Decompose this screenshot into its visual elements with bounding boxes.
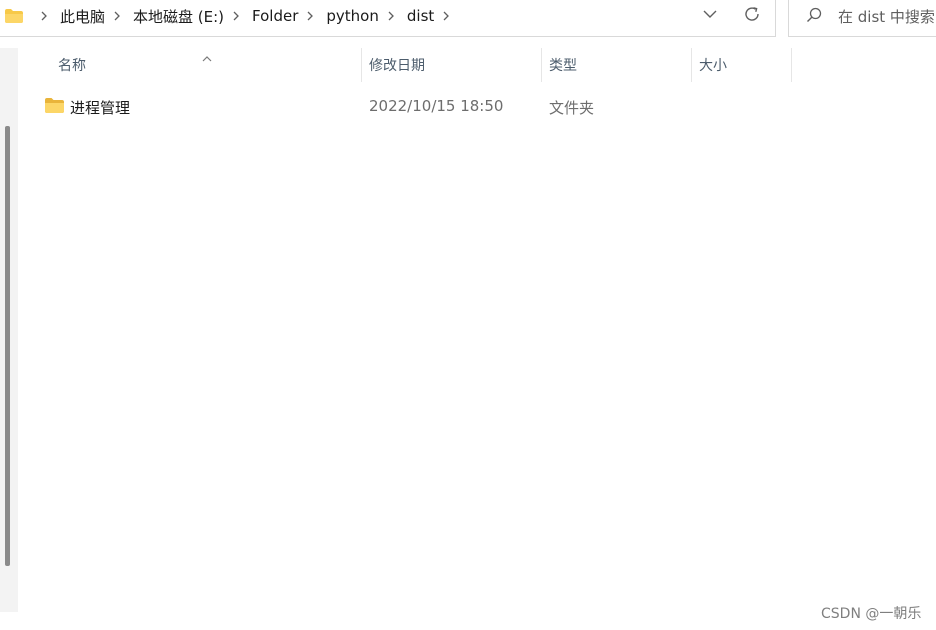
chevron-right-icon[interactable] (385, 10, 397, 22)
chevron-down-icon (702, 6, 718, 26)
column-header-row: 名称 修改日期 类型 大小 (18, 48, 936, 82)
breadcrumb-item-folder[interactable]: Folder (252, 5, 298, 27)
chevron-right-icon[interactable] (230, 10, 242, 22)
chevron-right-icon[interactable] (111, 10, 123, 22)
breadcrumb: 此电脑 本地磁盘 (E:) Folder python dist (32, 0, 462, 32)
file-name[interactable]: 进程管理 (70, 97, 130, 118)
search-icon (805, 6, 823, 24)
chevron-right-icon[interactable] (304, 10, 316, 22)
file-type: 文件夹 (549, 99, 595, 117)
address-history-dropdown-button[interactable] (696, 4, 724, 28)
navigation-pane-scrollbar[interactable] (5, 126, 10, 566)
file-date-modified: 2022/10/15 18:50 (369, 97, 504, 115)
refresh-button[interactable] (738, 4, 766, 28)
search-box[interactable]: 在 dist 中搜索 (788, 0, 936, 37)
column-header-size[interactable]: 大小 (691, 48, 791, 82)
breadcrumb-item-dist[interactable]: dist (407, 5, 434, 27)
file-list-row[interactable]: 进程管理 2022/10/15 18:50 文件夹 (18, 94, 936, 120)
search-input[interactable]: 在 dist 中搜索 (838, 6, 935, 27)
breadcrumb-item-python[interactable]: python (326, 5, 378, 27)
watermark: CSDN @一朝乐 (821, 606, 922, 622)
chevron-right-icon[interactable] (38, 10, 50, 22)
column-header-date-modified[interactable]: 修改日期 (361, 48, 541, 82)
chevron-right-icon[interactable] (440, 10, 452, 22)
column-header-type[interactable]: 类型 (541, 48, 691, 82)
folder-icon (45, 98, 64, 113)
column-divider[interactable] (791, 48, 792, 82)
breadcrumb-item-this-pc[interactable]: 此电脑 (60, 4, 105, 29)
column-header-name[interactable]: 名称 (50, 48, 360, 82)
folder-icon (5, 8, 23, 23)
refresh-icon (743, 5, 761, 27)
address-bar[interactable]: 此电脑 本地磁盘 (E:) Folder python dist (0, 0, 776, 37)
breadcrumb-item-local-disk[interactable]: 本地磁盘 (E:) (133, 4, 224, 29)
